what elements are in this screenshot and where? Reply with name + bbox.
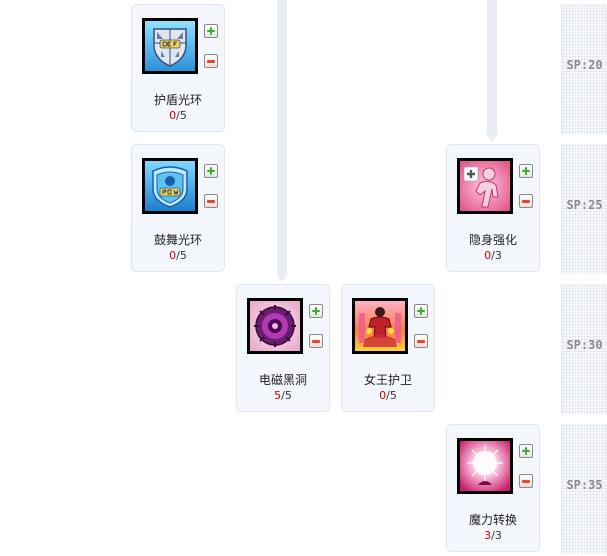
remove-point-button[interactable]	[414, 334, 428, 348]
sp-tier-cell: SP:35	[561, 424, 607, 554]
sp-tier-label: SP:25	[566, 198, 603, 212]
skill-level: 3/3	[484, 529, 502, 542]
black-hole-icon[interactable]	[247, 298, 303, 354]
skill-card-mana-conversion: 魔力转换 3/3	[446, 424, 540, 552]
skill-level: 0/5	[379, 389, 397, 402]
skill-name: 护盾光环	[153, 93, 202, 107]
skill-card-queen-guard: 女王护卫 0/5	[341, 284, 435, 412]
add-point-button[interactable]	[519, 164, 533, 178]
skill-card-em-black-hole: 电磁黑洞 5/5	[236, 284, 330, 412]
skill-level-current: 0	[484, 249, 492, 262]
sp-tier-label: SP:20	[566, 58, 603, 72]
skill-name: 魔力转换	[468, 513, 517, 527]
remove-point-button[interactable]	[519, 474, 533, 488]
stealth-figure-icon[interactable]	[457, 158, 513, 214]
skill-level: 0/5	[169, 249, 187, 262]
remove-point-button[interactable]	[204, 194, 218, 208]
def-shield-icon[interactable]	[142, 18, 198, 74]
prerequisite-connector	[486, 0, 498, 142]
sp-tier-label: SP:35	[566, 478, 603, 492]
skill-level-current: 0	[379, 389, 387, 402]
skill-level-max: 5	[179, 249, 187, 262]
skill-level-max: 5	[179, 109, 187, 122]
skill-name: 鼓舞光环	[153, 233, 202, 247]
skill-level-current: 0	[169, 109, 177, 122]
sp-tier-cell: SP:25	[561, 144, 607, 274]
remove-point-button[interactable]	[204, 54, 218, 68]
add-point-button[interactable]	[519, 444, 533, 458]
add-point-button[interactable]	[204, 24, 218, 38]
skill-level: 0/5	[169, 109, 187, 122]
add-point-button[interactable]	[414, 304, 428, 318]
skill-card-stealth-boost: 隐身强化 0/3	[446, 144, 540, 272]
skill-level-current: 3	[484, 529, 492, 542]
skill-name: 女王护卫	[363, 373, 412, 387]
skill-level-max: 5	[389, 389, 397, 402]
sp-tier-cell: SP:20	[561, 4, 607, 134]
prerequisite-connector	[276, 0, 288, 282]
queen-guard-icon[interactable]	[352, 298, 408, 354]
skill-name: 隐身强化	[468, 233, 517, 247]
remove-point-button[interactable]	[309, 334, 323, 348]
remove-point-button[interactable]	[519, 194, 533, 208]
add-point-button[interactable]	[309, 304, 323, 318]
skill-card-inspire-aura: 鼓舞光环 0/5	[131, 144, 225, 272]
skill-name: 电磁黑洞	[258, 373, 307, 387]
skill-level-max: 3	[494, 249, 502, 262]
add-point-button[interactable]	[204, 164, 218, 178]
skill-level-max: 5	[284, 389, 292, 402]
mana-burst-icon[interactable]	[457, 438, 513, 494]
sp-tier-label: SP:30	[566, 338, 603, 352]
skill-level: 5/5	[274, 389, 292, 402]
sp-tier-cell: SP:30	[561, 284, 607, 414]
skill-level: 0/3	[484, 249, 502, 262]
skill-level-max: 3	[494, 529, 502, 542]
skill-card-shield-aura: 护盾光环 0/5	[131, 4, 225, 132]
skill-level-current: 0	[169, 249, 177, 262]
skill-tree: SP:20 SP:25 SP:30 SP:35 护盾光环 0/5 鼓舞光环 0/…	[0, 0, 607, 556]
skill-level-current: 5	[274, 389, 282, 402]
pow-shield-icon[interactable]	[142, 158, 198, 214]
